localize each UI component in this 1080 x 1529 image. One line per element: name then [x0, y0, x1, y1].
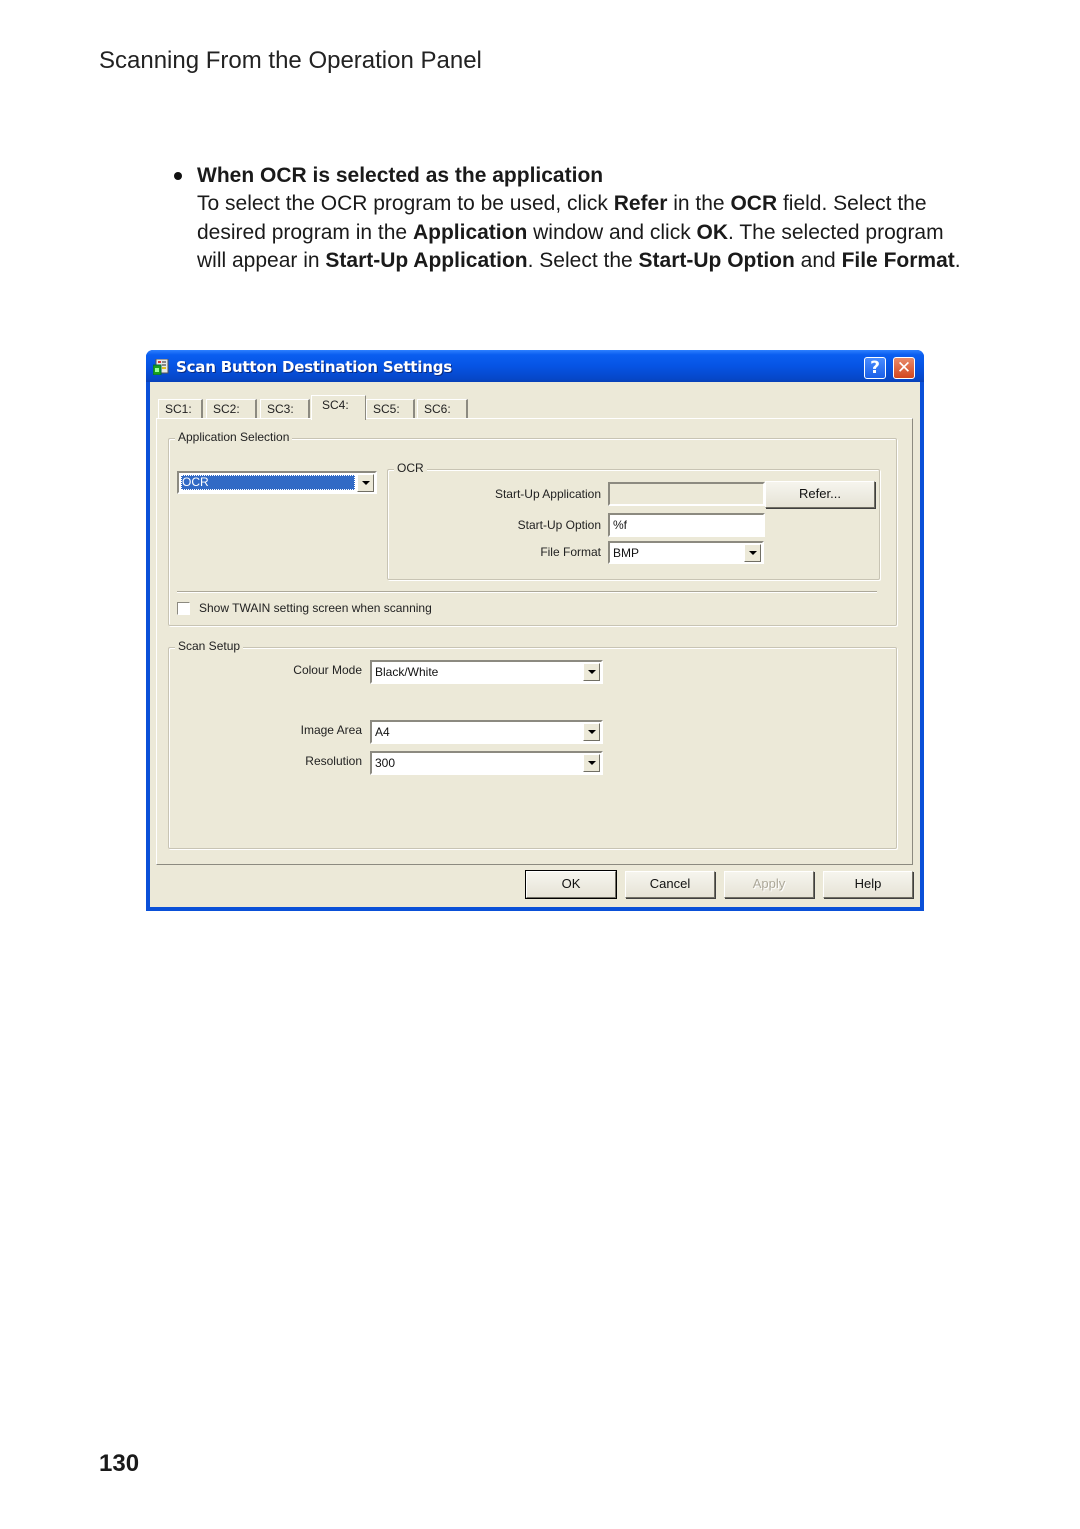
image-area-label: Image Area [300, 723, 362, 737]
ocr-group-label: OCR [394, 461, 427, 475]
colour-mode-label: Colour Mode [293, 663, 362, 677]
dialog-title: Scan Button Destination Settings [176, 358, 452, 376]
startup-option-label: Start-Up Option [517, 518, 601, 532]
ocr-group: OCR Start-Up Application Refer... Start-… [387, 461, 880, 580]
tab-sc1[interactable]: SC1: [158, 399, 203, 419]
ok-button[interactable]: OK [525, 870, 617, 899]
section-body: To select the OCR program to be used, cl… [197, 190, 967, 276]
file-format-select[interactable]: BMP [608, 541, 764, 564]
application-select-value: OCR [181, 475, 355, 490]
page-number: 130 [99, 1450, 140, 1477]
section-title-text: When OCR is selected as the application [197, 164, 604, 187]
image-area-value: A4 [375, 725, 390, 739]
apply-button[interactable]: Apply [724, 871, 814, 898]
chevron-down-icon[interactable] [357, 474, 374, 492]
tab-sc4[interactable]: SC4: [311, 395, 366, 420]
scan-button-destination-settings-dialog: Scan Button Destination Settings ? ✕ SC1… [146, 350, 924, 911]
startup-application-label: Start-Up Application [494, 487, 601, 501]
help-title-button[interactable]: ? [864, 357, 886, 379]
emphasis-text: File Format [841, 249, 955, 273]
chevron-down-icon[interactable] [583, 723, 600, 741]
body-text-segment: and [794, 249, 842, 273]
bullet-icon [174, 172, 182, 180]
tab-sc2[interactable]: SC2: [206, 399, 257, 419]
ocr-section: When OCR is selected as the application … [170, 162, 970, 276]
close-button[interactable]: ✕ [893, 357, 915, 379]
show-twain-checkbox[interactable] [177, 602, 190, 615]
tab-sc5[interactable]: SC5: [366, 399, 415, 419]
resolution-select[interactable]: 300 [370, 751, 603, 775]
application-select[interactable]: OCR [177, 471, 377, 494]
resolution-value: 300 [375, 756, 396, 770]
help-button[interactable]: Help [823, 871, 913, 898]
tab-sc6[interactable]: SC6: [417, 399, 468, 419]
emphasis-text: Application [412, 220, 528, 244]
image-area-select[interactable]: A4 [370, 720, 603, 744]
emphasis-text: Refer [613, 192, 668, 215]
chevron-down-icon[interactable] [583, 663, 600, 681]
body-text-segment: . [954, 249, 961, 273]
application-selection-label: Application Selection [175, 430, 293, 444]
startup-option-input[interactable]: %f [608, 513, 765, 537]
file-format-value: BMP [613, 546, 640, 560]
resolution-label: Resolution [305, 754, 362, 768]
refer-button[interactable]: Refer... [765, 481, 875, 508]
divider [177, 591, 877, 593]
scan-setup-group: Scan Setup Colour Mode Black/White Image… [168, 639, 897, 849]
emphasis-text: OK [696, 220, 729, 244]
chevron-down-icon[interactable] [744, 544, 761, 562]
colour-mode-select[interactable]: Black/White [370, 660, 603, 684]
app-icon [153, 359, 169, 375]
application-selection-group: Application Selection OCR OCR Start-Up A… [168, 430, 897, 626]
emphasis-text: Start-Up Application [325, 249, 528, 273]
show-twain-label[interactable]: Show TWAIN setting screen when scanning [199, 601, 432, 615]
title-bar[interactable]: Scan Button Destination Settings ? ✕ [146, 350, 924, 382]
scan-setup-label: Scan Setup [175, 639, 244, 653]
tab-panel-sc4: Application Selection OCR OCR Start-Up A… [156, 418, 913, 865]
tab-sc3[interactable]: SC3: [260, 399, 310, 419]
page-header: Scanning From the Operation Panel [99, 47, 482, 74]
section-title: When OCR is selected as the application [170, 162, 970, 190]
dialog-client-area: SC1: SC2: SC3: SC4: SC5: SC6: Applicatio… [150, 382, 920, 907]
body-text-segment: window and click [527, 220, 697, 244]
body-text-segment: To select the OCR program to be used, cl… [197, 192, 614, 215]
startup-application-field[interactable] [608, 482, 765, 506]
colour-mode-value: Black/White [375, 665, 439, 679]
chevron-down-icon[interactable] [583, 754, 600, 772]
file-format-label: File Format [540, 545, 601, 559]
emphasis-text: OCR [730, 192, 778, 215]
cancel-button[interactable]: Cancel [625, 871, 715, 898]
emphasis-text: Start-Up Option [638, 249, 795, 273]
body-text-segment: in the [667, 192, 731, 215]
body-text-segment: . Select the [527, 249, 639, 273]
